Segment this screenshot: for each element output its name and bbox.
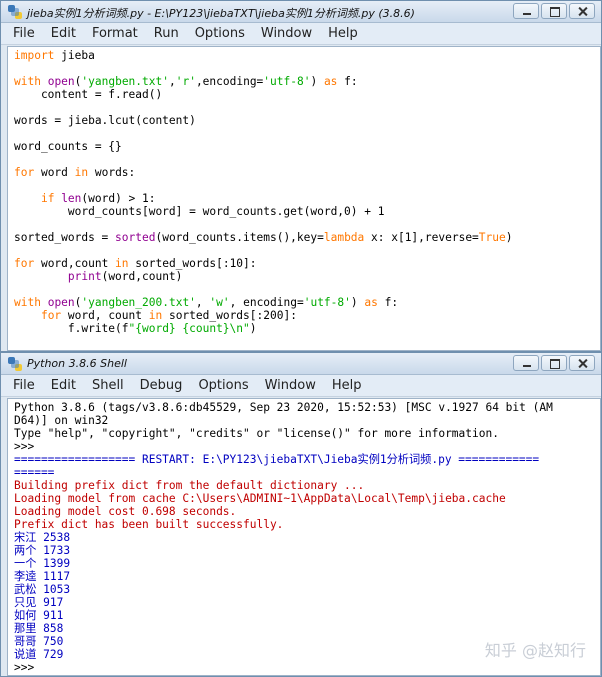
menu-file[interactable]: File	[13, 378, 35, 393]
python-icon	[8, 357, 22, 371]
close-button[interactable]	[569, 355, 595, 371]
menu-edit[interactable]: Edit	[51, 378, 76, 393]
code-editor[interactable]: import jieba with open('yangben.txt','r'…	[7, 46, 601, 351]
editor-menubar: File Edit Format Run Options Window Help	[1, 23, 601, 45]
code-text[interactable]: import jieba with open('yangben.txt','r'…	[8, 47, 600, 335]
menu-shell[interactable]: Shell	[92, 378, 124, 393]
menu-run[interactable]: Run	[154, 26, 179, 41]
watermark: 知乎 @赵知行	[484, 641, 586, 660]
shell-output[interactable]: Python 3.8.6 (tags/v3.8.6:db45529, Sep 2…	[7, 398, 601, 676]
menu-debug[interactable]: Debug	[140, 378, 183, 393]
shell-text[interactable]: Python 3.8.6 (tags/v3.8.6:db45529, Sep 2…	[8, 399, 600, 674]
menu-format[interactable]: Format	[92, 26, 138, 41]
menu-options[interactable]: Options	[195, 26, 245, 41]
menu-window[interactable]: Window	[261, 26, 312, 41]
shell-window: Python 3.8.6 Shell File Edit Shell Debug…	[0, 352, 602, 677]
python-icon	[8, 5, 22, 19]
minimize-button[interactable]	[513, 3, 539, 19]
editor-title: jieba实例1分析词频.py - E:\PY123\jiebaTXT\jieb…	[27, 7, 415, 20]
menu-edit[interactable]: Edit	[51, 26, 76, 41]
maximize-button[interactable]	[541, 355, 567, 371]
shell-titlebar[interactable]: Python 3.8.6 Shell	[1, 353, 601, 375]
menu-window[interactable]: Window	[265, 378, 316, 393]
menu-file[interactable]: File	[13, 26, 35, 41]
close-button[interactable]	[569, 3, 595, 19]
minimize-button[interactable]	[513, 355, 539, 371]
menu-help[interactable]: Help	[332, 378, 362, 393]
editor-window: jieba实例1分析词频.py - E:\PY123\jiebaTXT\jieb…	[0, 0, 602, 352]
editor-titlebar[interactable]: jieba实例1分析词频.py - E:\PY123\jiebaTXT\jieb…	[1, 1, 601, 23]
menu-options[interactable]: Options	[198, 378, 248, 393]
menu-help[interactable]: Help	[328, 26, 358, 41]
shell-title: Python 3.8.6 Shell	[27, 357, 127, 370]
shell-menubar: File Edit Shell Debug Options Window Hel…	[1, 375, 601, 397]
maximize-button[interactable]	[541, 3, 567, 19]
